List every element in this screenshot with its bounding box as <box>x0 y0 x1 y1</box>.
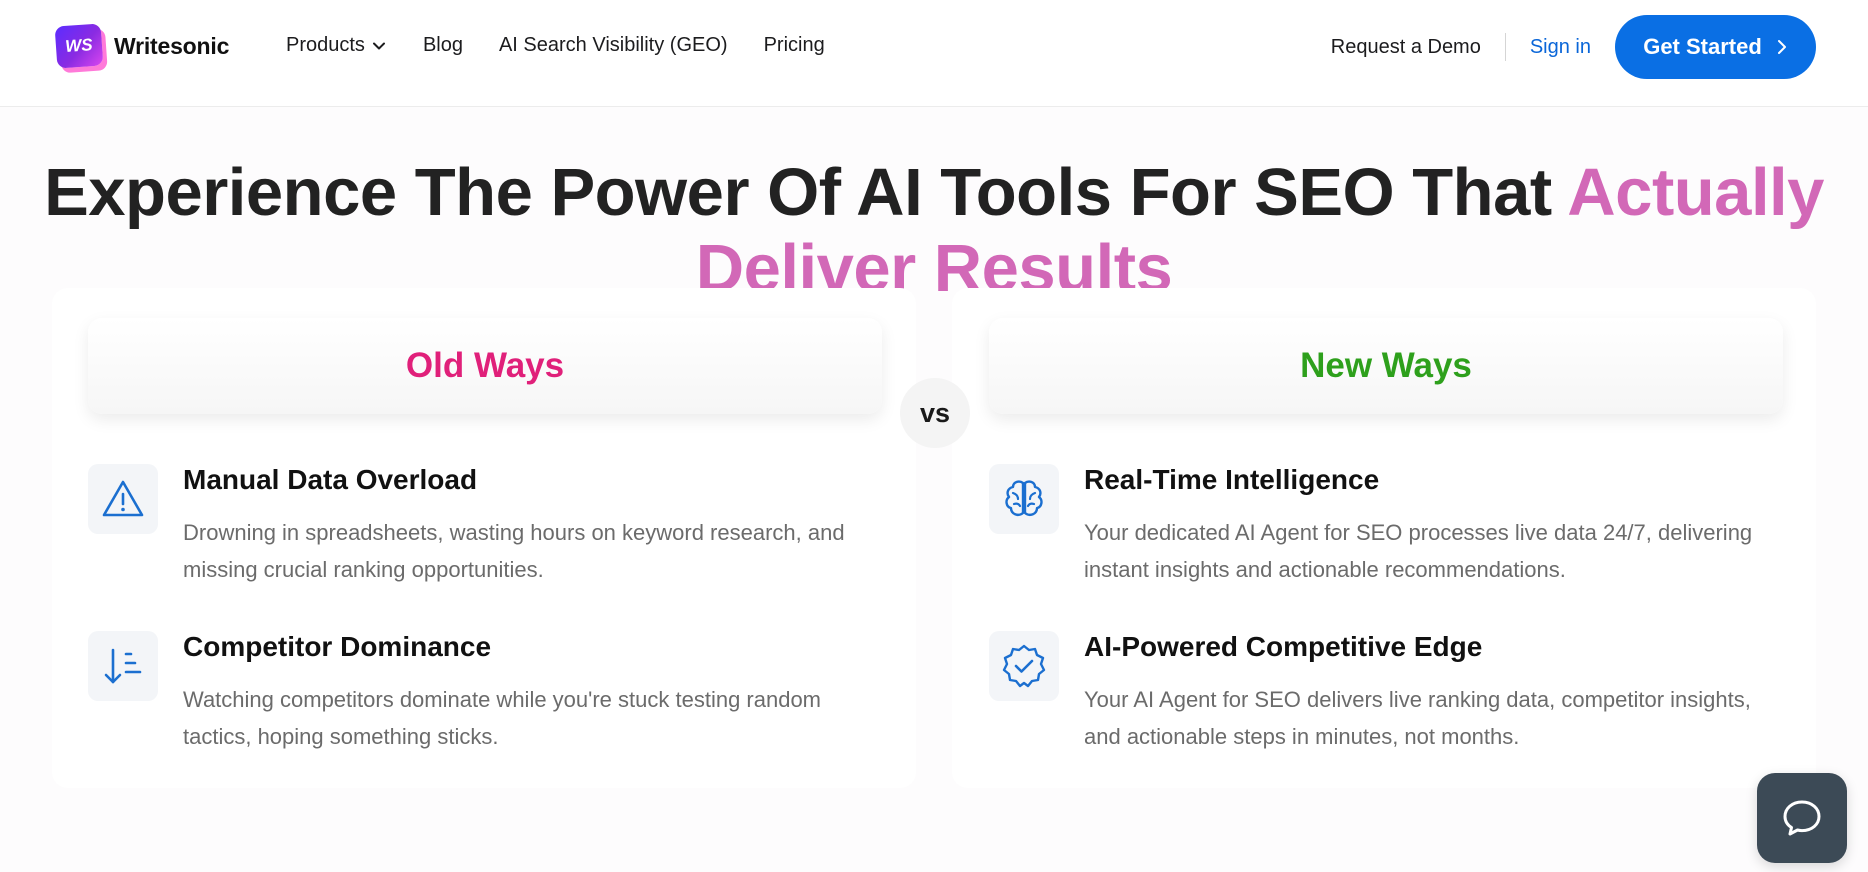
old-way-title: Manual Data Overload <box>183 464 478 495</box>
nav-products[interactable]: Products <box>286 34 387 57</box>
old-way-description: Watching competitors dominate while you'… <box>183 687 822 749</box>
nav-products-label: Products <box>286 34 365 56</box>
warning-triangle-icon <box>88 464 158 534</box>
hero-title-main: Experience The Power Of AI Tools For SEO… <box>44 155 1568 230</box>
logo-text: Writesonic <box>114 32 230 59</box>
new-way-title: Real-Time Intelligence <box>1084 464 1380 495</box>
request-demo-link[interactable]: Request a Demo <box>1331 36 1481 59</box>
new-way-description: Your dedicated AI Agent for SEO processe… <box>1084 520 1753 582</box>
new-way-description: Your AI Agent for SEO delivers live rank… <box>1084 687 1751 749</box>
nav-pricing[interactable]: Pricing <box>764 34 825 57</box>
sign-in-link[interactable]: Sign in <box>1530 36 1591 59</box>
old-way-title: Competitor Dominance <box>183 631 492 662</box>
header-divider <box>1504 33 1506 61</box>
new-way-title: AI-Powered Competitive Edge <box>1084 631 1483 662</box>
chat-bubble-icon <box>1783 800 1821 836</box>
vs-badge: vs <box>900 378 970 448</box>
logo[interactable]: WS Writesonic <box>54 23 230 69</box>
get-started-button[interactable]: Get Started <box>1615 15 1816 79</box>
chevron-down-icon <box>372 42 385 49</box>
header-actions: Request a Demo Sign in Get Started <box>1331 15 1816 79</box>
chevron-right-icon <box>1777 40 1786 54</box>
main-nav: Products Blog AI Search Visibility (GEO)… <box>286 34 861 57</box>
logo-mark: WS <box>54 23 104 69</box>
old-way-description: Drowning in spreadsheets, wasting hours … <box>183 520 845 582</box>
chat-widget-button[interactable] <box>1757 773 1847 863</box>
brain-icon <box>989 464 1059 534</box>
hero-title: Experience The Power Of AI Tools For SEO… <box>0 155 1868 307</box>
verified-badge-icon <box>989 631 1059 701</box>
nav-geo[interactable]: AI Search Visibility (GEO) <box>499 34 728 57</box>
get-started-label: Get Started <box>1643 34 1762 59</box>
nav-blog[interactable]: Blog <box>423 34 463 57</box>
new-ways-header: New Ways <box>989 318 1783 414</box>
old-ways-header: Old Ways <box>88 318 882 414</box>
sort-descending-icon <box>88 631 158 701</box>
site-header: WS Writesonic Products Blog AI Search Vi… <box>0 0 1868 107</box>
logo-mark-text: WS <box>64 35 94 56</box>
